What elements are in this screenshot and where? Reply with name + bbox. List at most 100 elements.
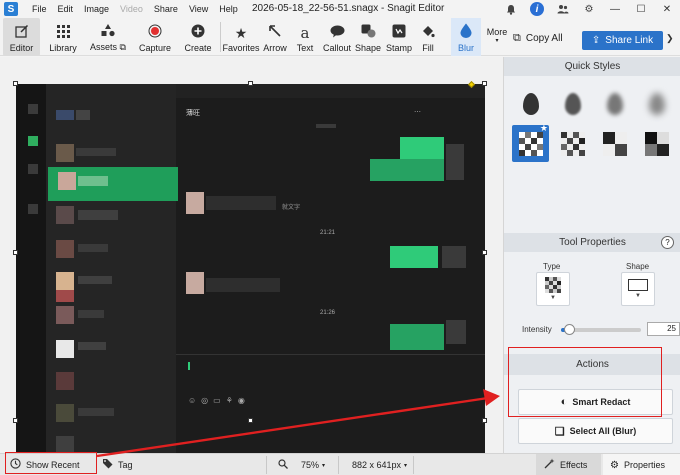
resize-handle[interactable] (482, 418, 487, 423)
blur-drop-icon (648, 92, 665, 115)
quick-style-blur-2[interactable] (554, 85, 591, 122)
quick-style-pixelate-2[interactable] (554, 125, 591, 162)
tool-blur[interactable]: Blur (451, 18, 481, 56)
blur-drop-icon (564, 92, 581, 115)
tool-text-label: Text (296, 43, 314, 53)
annotation-box-show-recent (5, 452, 97, 474)
copy-all-button[interactable]: ⧉ Copy All (513, 32, 563, 45)
main-toolbar: Editor Library Assets ⧉ Capture Create ★… (0, 18, 680, 56)
shape-dropdown[interactable]: ▼ (621, 272, 655, 306)
intensity-slider[interactable] (561, 324, 641, 335)
chevron-down-icon: ▼ (550, 295, 556, 301)
tool-shape[interactable]: Shape (354, 18, 382, 56)
tool-fill-label: Fill (422, 43, 434, 53)
bell-icon[interactable] (504, 2, 518, 16)
more-tools-button[interactable]: More ▾ (485, 18, 509, 56)
pixelate-type-icon (545, 277, 561, 293)
tool-text[interactable]: a Text (293, 18, 317, 56)
copy-icon: ⧉ (513, 32, 521, 44)
intensity-input[interactable]: 25 (647, 322, 680, 336)
chat-window-name: 薄旺 (186, 110, 200, 117)
title-bar: S File Edit Image Video Share View Help … (0, 0, 680, 18)
select-all-icon: ❏ (554, 425, 565, 438)
gear-icon[interactable]: ⚙ (582, 2, 596, 16)
resize-handle[interactable] (248, 81, 253, 86)
menu-share[interactable]: Share (154, 4, 178, 14)
menu-file[interactable]: File (32, 4, 47, 14)
tag-icon (102, 458, 113, 472)
tool-stamp[interactable]: Stamp (385, 18, 413, 56)
tool-stamp-label: Stamp (385, 43, 412, 53)
capture-button[interactable]: Capture (135, 18, 175, 56)
tool-arrow[interactable]: Arrow (262, 18, 288, 56)
share-link-button[interactable]: ⇪ Share Link (582, 31, 663, 50)
tool-arrow-label: Arrow (263, 43, 287, 53)
share-dropdown-chevron-icon[interactable]: ❯ (666, 33, 674, 44)
quick-style-blur-1[interactable] (512, 85, 549, 122)
tag-button[interactable]: Tag (102, 454, 133, 475)
resize-handle[interactable] (248, 418, 253, 423)
blur-drop-icon (460, 23, 472, 41)
quick-style-pixelate-3[interactable] (596, 125, 633, 162)
tool-fill[interactable]: Fill (417, 18, 439, 56)
quick-style-pixelate-4[interactable] (638, 125, 675, 162)
menu-image[interactable]: Image (84, 4, 109, 14)
share-icon: ⇪ (591, 35, 601, 46)
menu-view[interactable]: View (189, 4, 208, 14)
effects-label: Effects (560, 460, 588, 470)
resize-handle[interactable] (482, 250, 487, 255)
chevron-down-icon: ▼ (635, 293, 641, 299)
arrow-icon (268, 24, 282, 41)
image-dimensions[interactable]: 882 x 641px ▾ (352, 454, 407, 475)
tool-favorites[interactable]: ★ Favorites (222, 18, 260, 56)
library-grid-icon (56, 25, 70, 41)
people-icon[interactable] (556, 2, 570, 16)
annotation-box-actions (508, 347, 662, 417)
minimize-button[interactable]: — (602, 4, 628, 15)
pixelate-icon (602, 131, 627, 156)
more-label: More (486, 27, 508, 37)
properties-button[interactable]: ⚙ Properties (603, 454, 680, 475)
tool-favorites-label: Favorites (222, 43, 260, 53)
assets-label: Assets ⧉ (90, 42, 126, 52)
editor-canvas[interactable]: 薄旺 ⋯ 就文字 21:21 21:26 ☺◎▭⚘◉ (0, 57, 503, 475)
quick-style-blur-4[interactable] (638, 85, 675, 122)
tool-callout[interactable]: Callout (321, 18, 353, 56)
create-label: Create (184, 43, 212, 53)
resize-handle[interactable] (482, 81, 487, 86)
properties-label: Properties (623, 460, 665, 470)
shape-label: Shape (626, 262, 650, 271)
intensity-slider-thumb[interactable] (564, 324, 575, 335)
chevron-down-icon: ▾ (404, 462, 408, 469)
star-icon: ★ (234, 25, 248, 41)
capture-record-icon (148, 24, 162, 41)
effects-button[interactable]: Effects (536, 454, 601, 475)
create-button[interactable]: Create (180, 18, 216, 56)
chevron-down-icon: ▾ (495, 38, 499, 44)
blur-drop-icon (522, 92, 539, 115)
captured-image[interactable]: 薄旺 ⋯ 就文字 21:21 21:26 ☺◎▭⚘◉ (16, 84, 485, 475)
zoom-control[interactable]: 75% ▾ (278, 454, 325, 475)
menu-help[interactable]: Help (219, 4, 238, 14)
tag-label: Tag (118, 460, 133, 470)
editor-tab[interactable]: Editor (3, 18, 40, 56)
chevron-down-icon: ▾ (322, 462, 326, 469)
chat-time-2: 21:26 (320, 310, 336, 316)
assets-tab[interactable]: Assets ⧉ (86, 18, 130, 56)
maximize-button[interactable]: ☐ (628, 4, 654, 15)
tool-properties-header: Tool Properties (504, 233, 680, 252)
chat-header-icons: ⋯ (414, 109, 421, 116)
library-tab[interactable]: Library (45, 18, 81, 56)
resize-handle[interactable] (13, 81, 18, 86)
quick-style-pixelate-1[interactable]: ★ (512, 123, 549, 162)
type-dropdown[interactable]: ▼ (536, 272, 570, 306)
menu-edit[interactable]: Edit (58, 4, 74, 14)
resize-handle[interactable] (13, 250, 18, 255)
close-button[interactable]: ✕ (654, 4, 680, 15)
quick-style-blur-3[interactable] (596, 85, 633, 122)
info-icon[interactable]: i (530, 2, 544, 16)
select-all-blur-button[interactable]: ❏ Select All (Blur) (518, 418, 673, 444)
help-icon[interactable]: ? (661, 236, 674, 249)
resize-handle[interactable] (13, 418, 18, 423)
menu-bar: File Edit Image Video Share View Help (32, 4, 249, 14)
